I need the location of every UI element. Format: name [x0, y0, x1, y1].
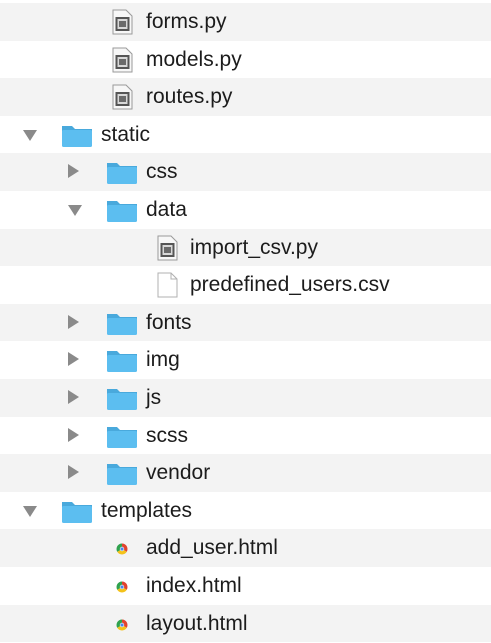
- folder-icon: [105, 196, 139, 224]
- tree-row-label: forms.py: [146, 10, 227, 33]
- python-file-icon: [105, 8, 139, 36]
- tree-row[interactable]: layout.html: [0, 604, 491, 643]
- tree-row[interactable]: predefined_users.csv: [0, 266, 491, 304]
- folder-icon: [105, 158, 139, 186]
- chrome-html-file-icon: [105, 610, 139, 638]
- tree-row-label: index.html: [146, 574, 242, 597]
- tree-row[interactable]: data: [0, 191, 491, 229]
- disclosure-triangle-collapsed-icon[interactable]: [68, 352, 79, 367]
- tree-row[interactable]: fonts: [0, 303, 491, 342]
- folder-icon: [60, 121, 94, 149]
- disclosure-triangle-expanded-icon[interactable]: [68, 205, 82, 216]
- tree-row[interactable]: img: [0, 341, 491, 379]
- tree-row-label: predefined_users.csv: [190, 273, 390, 297]
- tree-row-label: add_user.html: [146, 536, 278, 560]
- tree-row-label: fonts: [146, 310, 192, 334]
- tree-row[interactable]: templates: [0, 492, 491, 530]
- tree-row[interactable]: add_user.html: [0, 529, 491, 567]
- disclosure-triangle-expanded-icon[interactable]: [23, 129, 37, 141]
- tree-row-label: import_csv.py: [190, 235, 318, 259]
- tree-row[interactable]: routes.py: [0, 78, 491, 116]
- tree-row-label: layout.html: [146, 611, 248, 635]
- file-tree: forms.py models.py routes.py static css data i…: [0, 0, 491, 643]
- folder-icon: [105, 346, 139, 374]
- tree-row-label: templates: [101, 498, 193, 522]
- folder-icon: [105, 384, 139, 412]
- disclosure-triangle-collapsed-icon[interactable]: [68, 314, 79, 329]
- tree-row[interactable]: scss: [0, 417, 491, 455]
- tree-row[interactable]: index.html: [0, 567, 491, 605]
- tree-row-label: static: [101, 122, 151, 146]
- tree-row-label: img: [146, 348, 180, 372]
- tree-row-label: models.py: [146, 47, 242, 71]
- tree-row[interactable]: models.py: [0, 41, 491, 79]
- tree-row-label: scss: [146, 423, 188, 447]
- disclosure-triangle-collapsed-icon[interactable]: [68, 465, 79, 480]
- tree-row-label: vendor: [146, 461, 211, 485]
- tree-row[interactable]: forms.py: [0, 3, 491, 41]
- blank-file-icon: [150, 271, 184, 299]
- tree-row-label: js: [146, 386, 162, 409]
- chrome-html-file-icon: [105, 534, 139, 562]
- tree-row[interactable]: static: [0, 116, 491, 154]
- folder-icon: [105, 309, 139, 337]
- folder-icon: [105, 422, 139, 450]
- python-file-icon: [150, 234, 184, 262]
- folder-icon: [60, 497, 94, 525]
- disclosure-triangle-collapsed-icon[interactable]: [68, 427, 79, 442]
- tree-row[interactable]: css: [0, 153, 491, 191]
- disclosure-triangle-collapsed-icon[interactable]: [68, 390, 79, 404]
- python-file-icon: [105, 83, 139, 111]
- disclosure-triangle-collapsed-icon[interactable]: [68, 164, 79, 179]
- disclosure-triangle-expanded-icon[interactable]: [23, 505, 37, 517]
- tree-row[interactable]: js: [0, 379, 491, 417]
- chrome-html-file-icon: [105, 572, 139, 600]
- tree-row-label: routes.py: [146, 85, 233, 109]
- tree-row[interactable]: vendor: [0, 454, 491, 492]
- tree-row-label: data: [146, 198, 187, 221]
- tree-row[interactable]: import_csv.py: [0, 228, 491, 267]
- python-file-icon: [105, 46, 139, 74]
- folder-icon: [105, 459, 139, 487]
- tree-row-label: css: [146, 160, 178, 184]
